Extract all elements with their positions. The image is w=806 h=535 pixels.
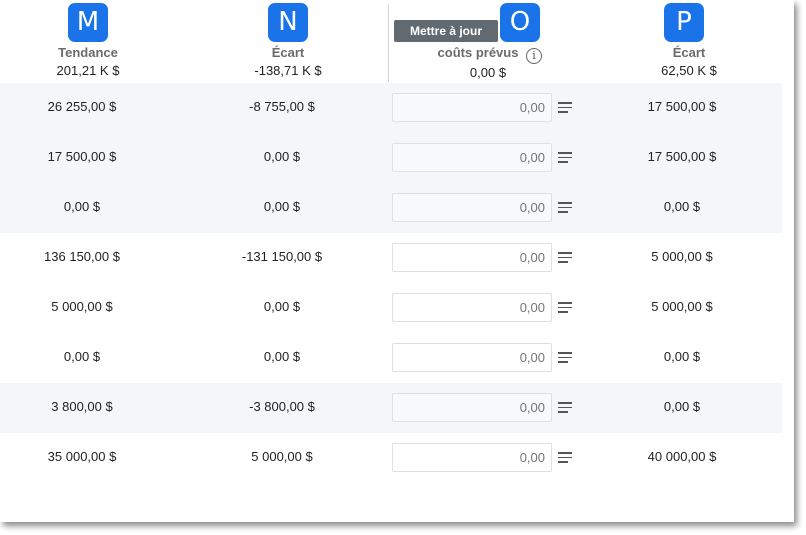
planned-cost-input[interactable] bbox=[392, 143, 552, 172]
tendance-cell: 0,00 $ bbox=[63, 349, 101, 364]
header-ecart-title: Écart bbox=[271, 45, 305, 60]
ecart-cell: 0,00 $ bbox=[263, 349, 301, 364]
badge-m: M bbox=[68, 3, 108, 42]
menu-lines-icon[interactable] bbox=[558, 402, 572, 413]
ecart-cell: -8 755,00 $ bbox=[249, 99, 315, 114]
planned-cost-input[interactable] bbox=[392, 193, 552, 222]
header-ecart-total: -138,71 K $ bbox=[254, 63, 322, 78]
menu-lines-icon[interactable] bbox=[558, 152, 572, 163]
tendance-cell: 17 500,00 $ bbox=[47, 149, 117, 164]
planned-cost-input[interactable] bbox=[392, 93, 552, 122]
tendance-cell: 5 000,00 $ bbox=[51, 299, 113, 314]
cost-table-panel: M N O P Tendance 201,21 K $ Écart -138,7… bbox=[0, 0, 794, 522]
badge-p: P bbox=[664, 3, 704, 42]
badge-o: O bbox=[500, 3, 540, 42]
tendance-cell: 26 255,00 $ bbox=[47, 99, 117, 114]
menu-lines-icon[interactable] bbox=[558, 252, 572, 263]
ecart2-cell: 17 500,00 $ bbox=[647, 149, 717, 164]
update-button[interactable]: Mettre à jour bbox=[394, 20, 498, 42]
planned-cost-input[interactable] bbox=[392, 343, 552, 372]
tendance-cell: 136 150,00 $ bbox=[44, 249, 120, 264]
cost-table-body: 26 255,00 $ -8 755,00 $ 17 500,00 $ 17 5… bbox=[0, 83, 782, 483]
header-ecart2-title: Écart bbox=[672, 45, 706, 60]
ecart-cell: -3 800,00 $ bbox=[249, 399, 315, 414]
planned-cost-input[interactable] bbox=[392, 393, 552, 422]
planned-cost-input[interactable] bbox=[392, 243, 552, 272]
column-divider bbox=[388, 4, 389, 82]
menu-lines-icon[interactable] bbox=[558, 102, 572, 113]
tendance-cell: 35 000,00 $ bbox=[47, 449, 117, 464]
tendance-cell: 3 800,00 $ bbox=[51, 399, 113, 414]
ecart2-cell: 0,00 $ bbox=[663, 349, 701, 364]
ecart2-cell: 40 000,00 $ bbox=[647, 449, 717, 464]
menu-lines-icon[interactable] bbox=[558, 452, 572, 463]
ecart2-cell: 17 500,00 $ bbox=[647, 99, 717, 114]
header-tendance-total: 201,21 K $ bbox=[56, 63, 120, 78]
ecart-cell: 0,00 $ bbox=[263, 299, 301, 314]
table-row: 35 000,00 $ 5 000,00 $ 40 000,00 $ bbox=[0, 433, 782, 483]
ecart2-cell: 0,00 $ bbox=[663, 399, 701, 414]
table-row: 17 500,00 $ 0,00 $ 17 500,00 $ bbox=[0, 133, 782, 183]
ecart-cell: 0,00 $ bbox=[263, 199, 301, 214]
planned-cost-input[interactable] bbox=[392, 443, 552, 472]
badge-n: N bbox=[268, 3, 308, 42]
table-row: 3 800,00 $ -3 800,00 $ 0,00 $ bbox=[0, 383, 782, 433]
planned-cost-input[interactable] bbox=[392, 293, 552, 322]
ecart-cell: 5 000,00 $ bbox=[251, 449, 313, 464]
menu-lines-icon[interactable] bbox=[558, 302, 572, 313]
tendance-cell: 0,00 $ bbox=[63, 199, 101, 214]
info-icon[interactable]: i bbox=[526, 48, 542, 64]
ecart2-cell: 5 000,00 $ bbox=[651, 249, 713, 264]
header-ecart2-total: 62,50 K $ bbox=[661, 63, 717, 78]
table-row: 26 255,00 $ -8 755,00 $ 17 500,00 $ bbox=[0, 83, 782, 133]
ecart-cell: -131 150,00 $ bbox=[241, 249, 323, 264]
header-couts-total: 0,00 $ bbox=[469, 65, 507, 80]
table-row: 136 150,00 $ -131 150,00 $ 5 000,00 $ bbox=[0, 233, 782, 283]
menu-lines-icon[interactable] bbox=[558, 352, 572, 363]
table-row: 0,00 $ 0,00 $ 0,00 $ bbox=[0, 183, 782, 233]
header-tendance-title: Tendance bbox=[58, 45, 118, 60]
menu-lines-icon[interactable] bbox=[558, 202, 572, 213]
table-row: 0,00 $ 0,00 $ 0,00 $ bbox=[0, 333, 782, 383]
table-row: 5 000,00 $ 0,00 $ 5 000,00 $ bbox=[0, 283, 782, 333]
ecart-cell: 0,00 $ bbox=[263, 149, 301, 164]
ecart2-cell: 0,00 $ bbox=[663, 199, 701, 214]
ecart2-cell: 5 000,00 $ bbox=[651, 299, 713, 314]
